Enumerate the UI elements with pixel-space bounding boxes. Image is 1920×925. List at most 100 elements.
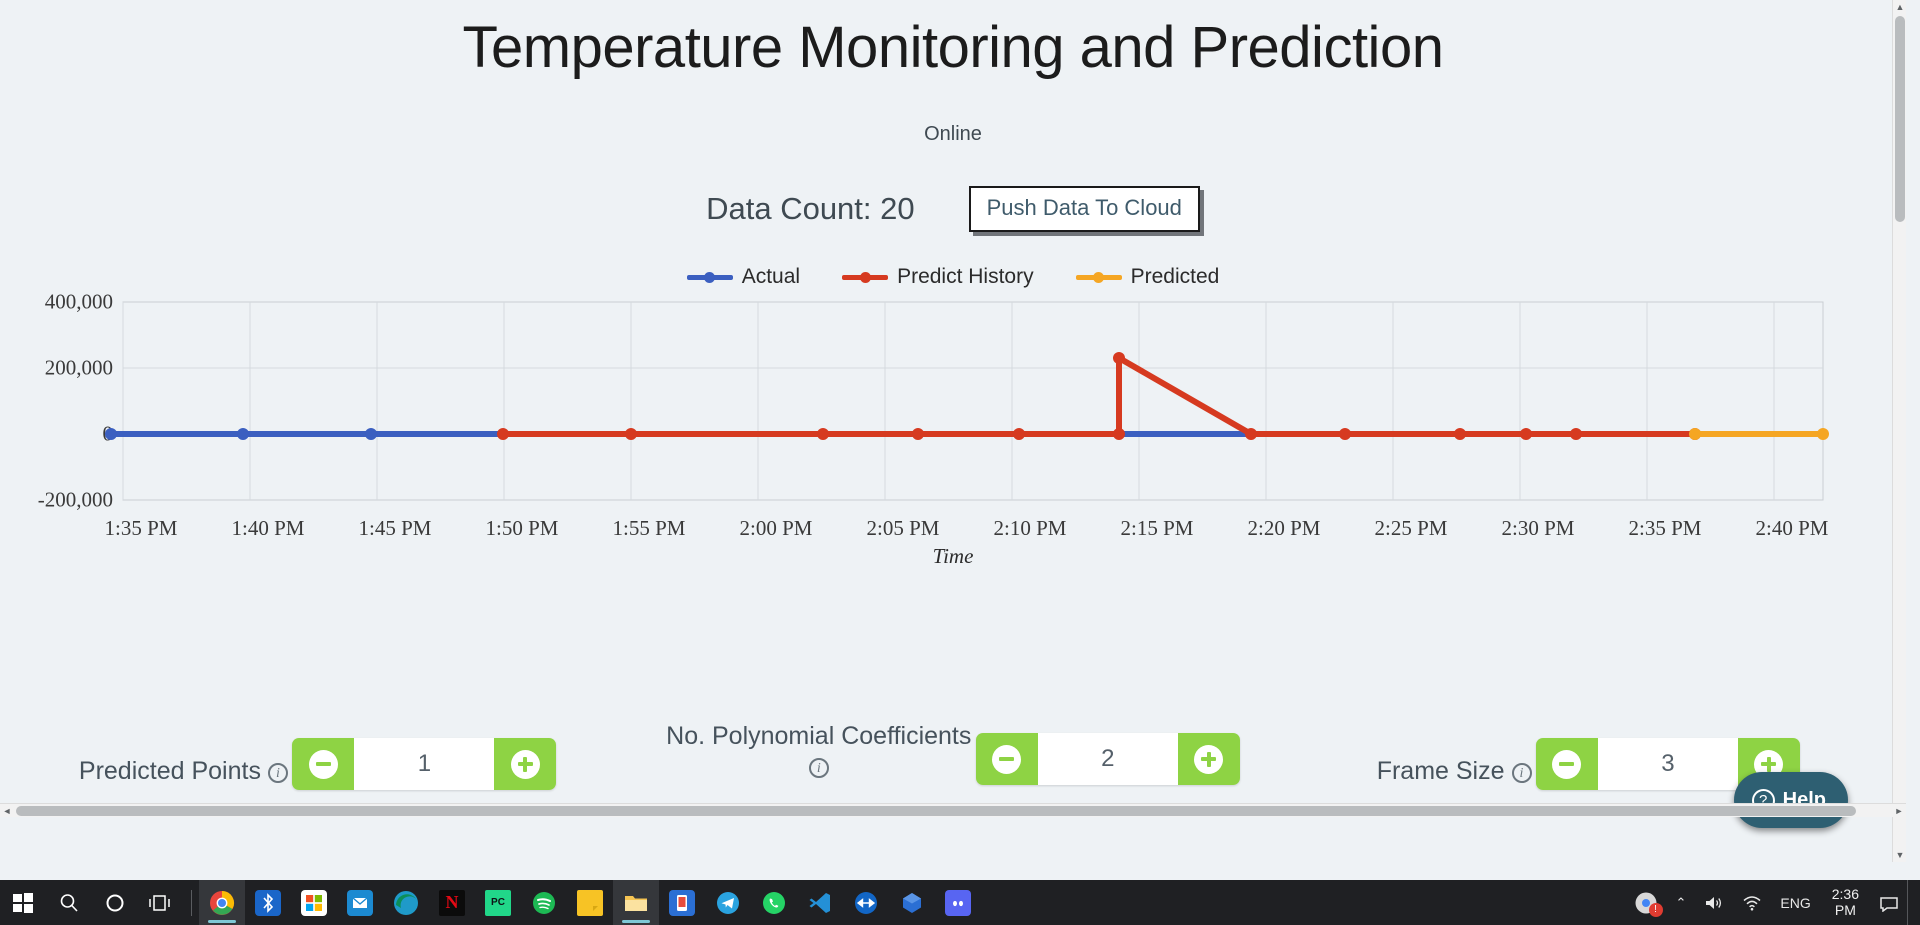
- whatsapp-icon: [763, 891, 785, 914]
- x-tick-label: 2:15 PM: [1120, 516, 1194, 540]
- x-axis-title: Time: [932, 544, 974, 568]
- taskbar-app-chrome[interactable]: [199, 880, 245, 925]
- legend-item-predicted[interactable]: Predicted: [1075, 265, 1219, 289]
- scroll-right-arrow[interactable]: ►: [1892, 804, 1906, 818]
- task-view-icon: [149, 894, 170, 911]
- value-frame-size[interactable]: 3: [1597, 738, 1738, 790]
- taskbar-app-outlook[interactable]: [337, 880, 383, 925]
- chrome-icon: [210, 890, 235, 915]
- file-explorer-icon: [625, 895, 647, 911]
- x-tick-label: 1:45 PM: [358, 516, 432, 540]
- action-center-button[interactable]: [1871, 880, 1907, 925]
- page-title: Temperature Monitoring and Prediction: [462, 15, 1444, 80]
- search-icon: [60, 893, 78, 912]
- taskbar-app-netflix[interactable]: N: [429, 880, 475, 925]
- show-hidden-icons-button[interactable]: ⌃: [1667, 880, 1696, 925]
- legend-item-predict-history[interactable]: Predict History: [842, 265, 1034, 289]
- taskbar-app-sticky-notes[interactable]: [567, 880, 613, 925]
- web-page-viewport: Temperature Monitoring and Prediction On…: [0, 0, 1906, 862]
- taskbar-app-spotify[interactable]: [521, 880, 567, 925]
- increment-predicted-points-button[interactable]: [494, 738, 557, 790]
- info-icon[interactable]: i: [267, 762, 288, 783]
- taskbar-app-microsoft-store[interactable]: [291, 880, 337, 925]
- tray-notification-app[interactable]: !: [1625, 880, 1667, 925]
- decrement-predicted-points-button[interactable]: [292, 738, 355, 790]
- outlook-icon: [347, 889, 373, 916]
- x-axis: 1:35 PM 1:40 PM 1:45 PM 1:50 PM 1:55 PM …: [23, 516, 1883, 542]
- x-tick-label: 2:25 PM: [1374, 516, 1448, 540]
- taskbar-app-blender[interactable]: [889, 880, 935, 925]
- clock-time: 2:36: [1831, 886, 1859, 903]
- info-icon[interactable]: i: [808, 757, 829, 778]
- scroll-up-arrow[interactable]: ▲: [1893, 0, 1906, 14]
- taskbar-app-telegram[interactable]: [705, 880, 751, 925]
- taskbar-app-file-explorer[interactable]: [613, 880, 659, 925]
- netflix-icon: N: [439, 889, 465, 916]
- chart-legend: Actual Predict History Predicted: [23, 260, 1883, 294]
- control-polynomial-coefficients: No. Polynomial Coefficients i 2: [635, 722, 1270, 790]
- legend-item-actual[interactable]: Actual: [686, 265, 800, 289]
- decrement-polynomial-coefficients-button[interactable]: [975, 733, 1038, 785]
- windows-taskbar: N PC ! ⌃ ENG 2:36 PM: [0, 880, 1920, 925]
- taskbar-app-discord[interactable]: [935, 880, 981, 925]
- control-label-polynomial-coefficients: No. Polynomial Coefficients i: [666, 722, 971, 781]
- push-data-to-cloud-button[interactable]: Push Data To Cloud: [968, 186, 1200, 232]
- scroll-left-arrow[interactable]: ◄: [0, 804, 14, 818]
- telegram-icon: [717, 891, 739, 914]
- language-indicator[interactable]: ENG: [1771, 880, 1819, 925]
- increment-polynomial-coefficients-button[interactable]: [1177, 733, 1240, 785]
- taskbar-app-pycharm[interactable]: PC: [475, 880, 521, 925]
- action-center-icon: [1880, 896, 1898, 912]
- system-tray: ! ⌃ ENG 2:36 PM: [1625, 880, 1920, 925]
- control-label-predicted-points: Predicted Points i: [79, 757, 288, 787]
- legend-swatch-predict-history: [842, 271, 889, 283]
- cortana-button[interactable]: [92, 880, 138, 925]
- info-icon[interactable]: i: [1511, 762, 1532, 783]
- microsoft-store-icon: [301, 889, 327, 916]
- taskbar-app-edge[interactable]: [383, 880, 429, 925]
- x-tick-label: 2:10 PM: [993, 516, 1067, 540]
- value-predicted-points[interactable]: 1: [354, 738, 495, 790]
- x-tick-label: 1:55 PM: [612, 516, 686, 540]
- legend-swatch-actual: [686, 271, 733, 283]
- help-button[interactable]: ? Help: [1733, 772, 1848, 828]
- stepper-predicted-points: 1: [292, 738, 557, 790]
- taskbar-app-bluetooth[interactable]: [245, 880, 291, 925]
- value-polynomial-coefficients[interactable]: 2: [1037, 733, 1178, 785]
- sticky-notes-icon: [577, 889, 603, 916]
- vertical-scrollbar[interactable]: ▲ ▼: [1892, 0, 1906, 862]
- control-label-text: Frame Size: [1376, 756, 1505, 785]
- task-view-button[interactable]: [138, 880, 184, 925]
- taskbar-clock[interactable]: 2:36 PM: [1820, 886, 1871, 918]
- network-button[interactable]: [1733, 880, 1771, 925]
- search-button[interactable]: [46, 880, 92, 925]
- controls-row: Predicted Points i 1 No. Polynomial Coeff…: [0, 722, 1906, 790]
- temperature-chart: Actual Predict History Predicted 400,000…: [23, 260, 1883, 568]
- taskbar-app-vs-code[interactable]: [797, 880, 843, 925]
- volume-button[interactable]: [1695, 880, 1733, 925]
- vertical-scroll-thumb[interactable]: [1895, 16, 1905, 222]
- x-tick-label: 2:35 PM: [1628, 516, 1702, 540]
- decrement-frame-size-button[interactable]: [1535, 738, 1598, 790]
- x-tick-label: 1:40 PM: [231, 516, 305, 540]
- connection-status: Online: [924, 123, 982, 145]
- minus-icon: [1552, 749, 1582, 779]
- discord-icon: [945, 889, 971, 916]
- taskbar-app-teamviewer[interactable]: [843, 880, 889, 925]
- plus-icon: [510, 749, 540, 779]
- start-button[interactable]: [0, 880, 46, 925]
- edge-icon: [394, 890, 418, 915]
- control-label-text: No. Polynomial Coefficients: [666, 722, 972, 750]
- minus-icon: [308, 749, 338, 779]
- scroll-down-arrow[interactable]: ▼: [1893, 848, 1906, 862]
- taskbar-app-anydesk[interactable]: [659, 880, 705, 925]
- spotify-icon: [533, 891, 555, 914]
- x-tick-label: 2:40 PM: [1755, 516, 1829, 540]
- show-desktop-button[interactable]: [1907, 880, 1916, 925]
- x-tick-label: 1:50 PM: [485, 516, 559, 540]
- taskbar-app-whatsapp[interactable]: [751, 880, 797, 925]
- chart-plot-area: 400,000 200,000 0 -200,000: [23, 290, 1883, 568]
- horizontal-scrollbar[interactable]: ◄ ►: [0, 803, 1906, 817]
- volume-icon: [1706, 896, 1722, 909]
- horizontal-scroll-thumb[interactable]: [16, 806, 1856, 816]
